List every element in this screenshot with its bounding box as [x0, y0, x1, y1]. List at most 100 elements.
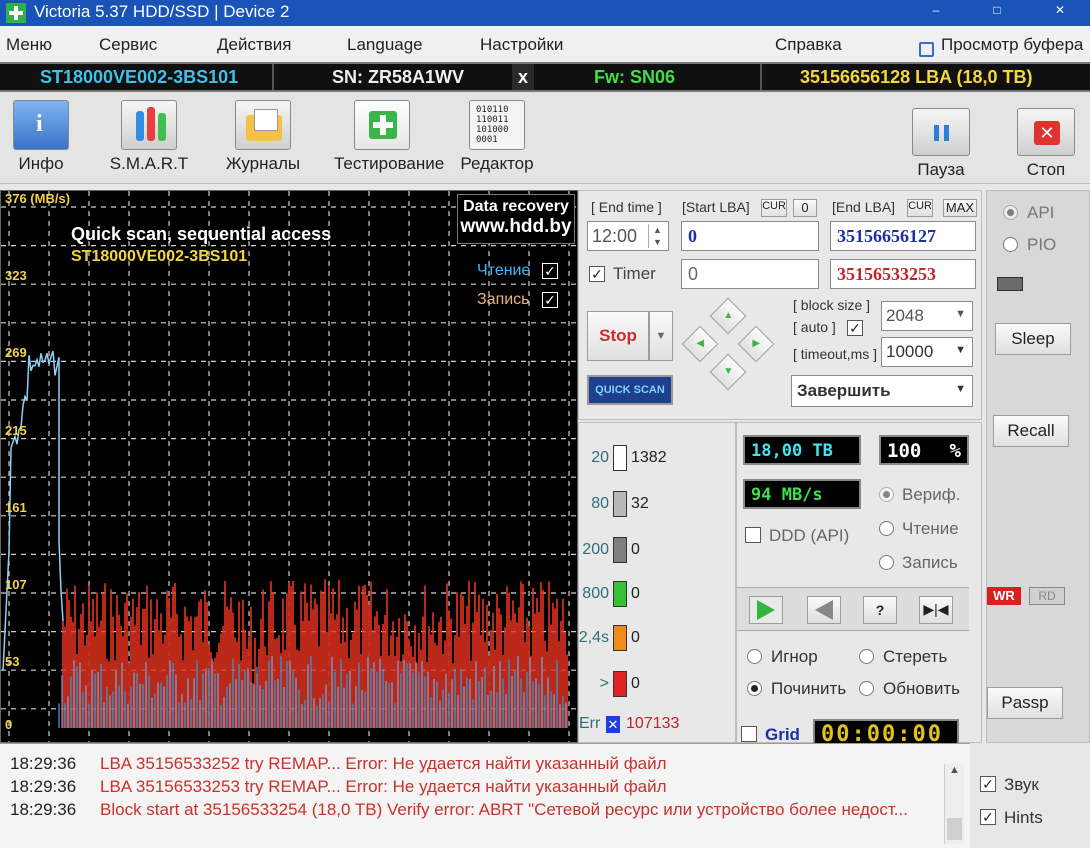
error-count: 107133	[626, 715, 680, 732]
api-radio[interactable]	[1003, 205, 1018, 220]
block-size-label: [ block size ]	[793, 297, 871, 313]
logs-button[interactable]: Журналы	[218, 98, 308, 180]
chevron-down-icon: ▼	[955, 344, 966, 356]
timer-checkbox[interactable]: ✓	[589, 266, 605, 282]
time-spinner-icon[interactable]: ▲ ▼	[648, 224, 666, 248]
end-time-input[interactable]: 12:00 ▲ ▼	[587, 221, 669, 251]
start-lba-input[interactable]: 0	[681, 221, 819, 251]
log-scrollbar[interactable]: ▲	[944, 764, 964, 844]
testing-button[interactable]: Тестирование	[334, 98, 444, 180]
play-reverse-icon	[815, 600, 833, 620]
editor-button[interactable]: 010110 110011 101000 0001 Редактор	[452, 98, 542, 180]
binary-editor-icon: 010110 110011 101000 0001	[469, 100, 525, 150]
menu-item-menu[interactable]: Меню	[6, 35, 52, 55]
start-scan-button[interactable]	[749, 596, 783, 624]
sound-checkbox[interactable]: ✓	[980, 776, 996, 792]
start-lba-cur-button[interactable]: CUR	[761, 199, 787, 217]
write-radio[interactable]	[879, 555, 894, 570]
read-toggle-checkbox[interactable]: ✓	[542, 263, 558, 279]
latency-count: 1382	[631, 449, 667, 466]
nav-right-button[interactable]: ▶	[737, 325, 775, 363]
logs-label: Журналы	[225, 154, 301, 173]
timer-input[interactable]: 0	[681, 259, 819, 289]
menu-item-help[interactable]: Справка	[775, 35, 842, 55]
scroll-thumb[interactable]	[947, 818, 962, 840]
info-button[interactable]: i Инфо	[0, 98, 86, 180]
start-lba-zero-button[interactable]: 0	[793, 199, 817, 217]
quick-scan-button[interactable]: QUICK SCAN	[587, 375, 673, 405]
read-label: Чтение	[902, 519, 959, 538]
right-panel: API PIO Sleep Recall WR RD Passp	[986, 190, 1090, 743]
device-firmware: Fw: SN06	[594, 67, 676, 87]
menu-item-service[interactable]: Сервис	[99, 35, 157, 55]
smart-button[interactable]: S.M.A.R.T	[104, 98, 194, 180]
nav-up-button[interactable]: ▲	[709, 297, 747, 335]
menu-item-settings[interactable]: Настройки	[480, 35, 563, 55]
y-tick-323: 323	[5, 268, 27, 283]
promo-box[interactable]: Data recovery www.hdd.by	[457, 194, 575, 244]
pause-label: Пауза	[917, 160, 965, 179]
repair-radio[interactable]	[747, 681, 762, 696]
recall-button[interactable]: Recall	[993, 415, 1069, 447]
erase-radio[interactable]	[859, 649, 874, 664]
butterfly-scan-button[interactable]: ▶|◀	[919, 596, 953, 624]
scan-status-panel: 18,00 TB 100 % 94 MB/s Вериф. Чтение Зап…	[736, 422, 982, 749]
folder-icon	[235, 100, 291, 150]
passport-button[interactable]: Passp	[987, 687, 1063, 719]
write-toggle-checkbox[interactable]: ✓	[542, 292, 558, 308]
read-radio[interactable]	[879, 521, 894, 536]
y-tick-376: 376 (MB/s)	[5, 191, 71, 206]
pause-button[interactable]: Пауза	[896, 98, 986, 180]
end-lba-max-button[interactable]: MAX	[943, 199, 977, 217]
auto-label: [ auto ]	[793, 319, 836, 335]
device-close-button[interactable]: x	[512, 64, 534, 90]
log-line: 18:29:36 LBA 35156533253 try REMAP... Err…	[10, 777, 667, 797]
menu-item-buffer[interactable]: Просмотр буфера	[941, 35, 1083, 55]
activity-indicator	[997, 277, 1023, 291]
menu-item-language[interactable]: Language	[347, 35, 423, 55]
ddd-checkbox[interactable]	[745, 527, 761, 543]
end-lba-cur-button[interactable]: CUR	[907, 199, 933, 217]
nav-left-button[interactable]: ◀	[681, 325, 719, 363]
random-scan-button[interactable]: ?	[863, 596, 897, 624]
title-bar: Victoria 5.37 HDD/SSD | Device 2 – □ ✕	[0, 0, 1090, 26]
first-aid-icon	[354, 100, 410, 150]
log-panel: 18:29:36 LBA 35156533252 try REMAP... Err…	[0, 743, 970, 848]
menu-item-actions[interactable]: Действия	[217, 35, 291, 55]
grid-checkbox[interactable]	[741, 726, 757, 742]
block-size-select[interactable]: 2048 ▼	[881, 301, 973, 331]
buffer-icon	[919, 42, 934, 57]
ignore-radio[interactable]	[747, 649, 762, 664]
verify-radio[interactable]	[879, 487, 894, 502]
nav-down-button[interactable]: ▼	[709, 353, 747, 391]
latency-color-swatch	[613, 625, 627, 651]
latency-threshold-label: 20	[591, 449, 609, 466]
refresh-label: Обновить	[883, 679, 960, 698]
reverse-scan-button[interactable]	[807, 596, 841, 624]
refresh-radio[interactable]	[859, 681, 874, 696]
stop-dropdown-icon[interactable]: ▼	[649, 311, 673, 361]
scan-stop-button[interactable]: Stop	[587, 311, 649, 361]
end-lba-input[interactable]: 35156656127	[830, 221, 976, 251]
stop-button[interactable]: ✕ Стоп	[1002, 98, 1090, 180]
log-time: 18:29:36	[10, 777, 77, 796]
latency-threshold-label: 200	[582, 541, 609, 558]
scroll-up-icon[interactable]: ▲	[945, 764, 964, 776]
latency-color-swatch	[613, 537, 627, 563]
auto-checkbox[interactable]: ✓	[847, 320, 863, 336]
minimize-button[interactable]: –	[924, 3, 948, 21]
finish-action-select[interactable]: Завершить ▼	[791, 375, 973, 407]
promo-line1: Data recovery	[463, 198, 569, 215]
close-button[interactable]: ✕	[1048, 3, 1072, 21]
sleep-button[interactable]: Sleep	[995, 323, 1071, 355]
latency-threshold-label: 80	[591, 495, 609, 512]
promo-line2: www.hdd.by	[460, 216, 572, 237]
latency-threshold-label: 800	[582, 585, 609, 602]
hints-checkbox[interactable]: ✓	[980, 809, 996, 825]
latency-count: 32	[631, 495, 649, 512]
info-label: Инфо	[18, 154, 64, 173]
pio-radio[interactable]	[1003, 237, 1018, 252]
divider	[760, 64, 762, 90]
maximize-button[interactable]: □	[985, 3, 1009, 21]
timeout-select[interactable]: 10000 ▼	[881, 337, 973, 367]
